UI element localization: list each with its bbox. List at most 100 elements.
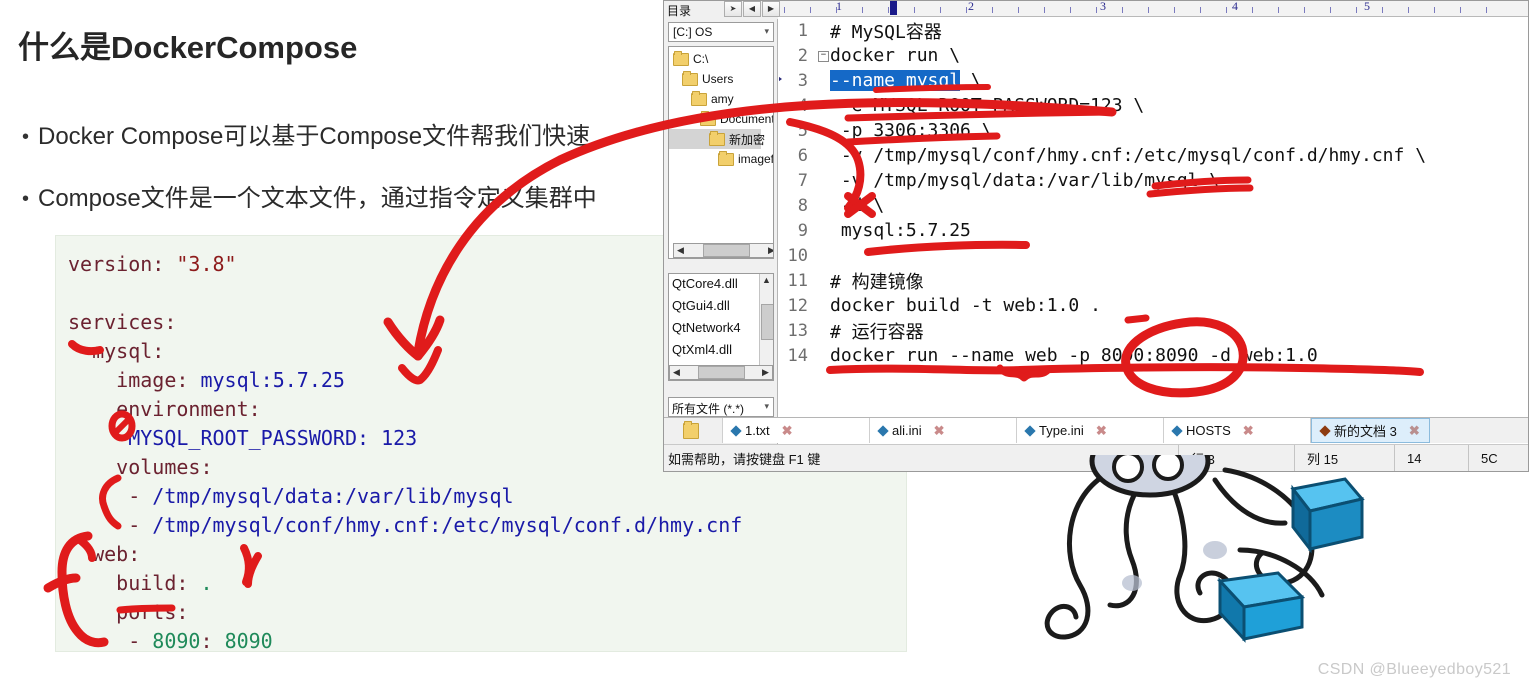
code-line[interactable]: 7 -v /tmp/mysql/data:/var/lib/mysql \: [779, 168, 1528, 193]
file-list-item[interactable]: QtNetwork4: [669, 320, 757, 342]
editor-tab-label: 1.txt: [745, 423, 770, 438]
folder-tree-item[interactable]: Users: [669, 69, 761, 89]
nav-forward-button[interactable]: ▶: [762, 1, 780, 17]
ruler-number: 2: [968, 1, 974, 13]
code-line[interactable]: 11 # 构建镜像: [779, 268, 1528, 293]
editor-tab[interactable]: Type.ini ✖: [1017, 418, 1164, 443]
code-line[interactable]: 9 mysql:5.7.25: [779, 218, 1528, 243]
scroll-left-icon[interactable]: ◀: [670, 367, 683, 378]
code-line-text: docker build -t web:1.0 .: [830, 295, 1101, 316]
file-filter-value: 所有文件 (*.*): [672, 402, 745, 416]
line-number: 3: [797, 70, 808, 91]
file-diamond-icon: [1024, 424, 1036, 437]
ruler-tick: [940, 7, 941, 13]
drive-select[interactable]: [C:] OS ▾: [668, 22, 774, 42]
editor-tab-bar[interactable]: 1.txt ✖ ali.ini ✖ Type.ini ✖ HOSTS ✖ 新的文档 3 ✖: [664, 417, 1528, 443]
close-icon[interactable]: ✖: [934, 423, 945, 439]
ruler-tick: [1174, 7, 1175, 13]
folder-tree-item-label: imagefor: [738, 152, 774, 166]
file-list-item[interactable]: QtGui4.dll: [669, 298, 757, 320]
file-list-item[interactable]: QtCore4.dll: [669, 276, 757, 298]
scroll-up-icon[interactable]: ▲: [760, 274, 773, 287]
scroll-right-icon[interactable]: ▶: [765, 245, 773, 256]
ruler-number: 4: [1232, 1, 1238, 13]
scrollbar-thumb[interactable]: [697, 366, 745, 379]
editor-code-area[interactable]: 1 # MySQL容器 2− docker run \ 3 --name mysql \ 4…: [779, 18, 1528, 423]
nav-collapse-icon[interactable]: ➤: [724, 1, 742, 17]
folder-tree-item-label: C:\: [693, 52, 709, 66]
close-icon[interactable]: ✖: [782, 423, 793, 439]
file-list[interactable]: QtCore4.dll QtGui4.dll QtNetwork4 QtXml4.dl…: [668, 273, 774, 381]
bullet-list: • Docker Compose可以基于Compose文件帮我们快速 • Com…: [22, 120, 662, 244]
code-line[interactable]: 3 --name mysql \: [779, 68, 1528, 93]
folder-icon: [700, 110, 716, 126]
code-line-text: docker run --name web -p 8090:8090 -d we…: [830, 345, 1318, 366]
editor-ruler: 12345: [664, 1, 1528, 17]
nav-back-button[interactable]: ◀: [743, 1, 761, 17]
editor-tab-label: HOSTS: [1186, 423, 1231, 438]
ruler-tick: [1018, 7, 1019, 13]
code-line[interactable]: 5 -p 3306:3306 \: [779, 118, 1528, 143]
ruler-tick: [1096, 7, 1097, 13]
scrollbar-thumb[interactable]: [702, 244, 750, 257]
folder-tree-item[interactable]: imagefor: [669, 149, 773, 169]
bullet-text: Compose文件是一个文本文件，通过指令定义集群中: [38, 185, 597, 212]
editor-tab[interactable]: HOSTS ✖: [1164, 418, 1311, 443]
scroll-left-icon[interactable]: ◀: [674, 245, 687, 256]
ruler-tick: [1122, 7, 1123, 13]
folder-tree-item-label: Document: [720, 112, 774, 126]
line-number: 9: [797, 220, 808, 241]
code-line[interactable]: 4 -e MYSQL_ROOT_PASSWORD=123 \: [779, 93, 1528, 118]
folder-tree-item[interactable]: 新加密: [669, 129, 765, 149]
bullet-text: Docker Compose可以基于Compose文件帮我们快速: [38, 123, 591, 150]
folder-tree-item[interactable]: Document: [669, 109, 773, 129]
close-icon[interactable]: ✖: [1096, 423, 1107, 439]
editor-tab[interactable]: ali.ini ✖: [870, 418, 1017, 443]
file-filter-select[interactable]: 所有文件 (*.*) ▾: [668, 397, 774, 417]
ruler-tick: [810, 7, 811, 13]
folder-tree-item[interactable]: amy: [669, 89, 761, 109]
chevron-down-icon: ▾: [764, 26, 769, 36]
file-list-hscrollbar[interactable]: ◀ ▶: [669, 365, 773, 380]
chevron-down-icon: ▾: [764, 401, 769, 411]
line-number: 11: [787, 270, 808, 291]
file-list-item[interactable]: QtXml4.dll: [669, 342, 757, 364]
ruler-tick: [966, 7, 967, 13]
line-number: 13: [787, 320, 808, 341]
editor-tab[interactable]: 1.txt ✖: [723, 418, 870, 443]
scroll-right-icon[interactable]: ▶: [759, 367, 772, 378]
close-icon[interactable]: ✖: [1243, 423, 1254, 439]
line-number: 2: [797, 45, 808, 66]
line-number: 10: [787, 245, 808, 266]
scrollbar-thumb[interactable]: [761, 304, 773, 340]
code-line[interactable]: 13 # 运行容器: [779, 318, 1528, 343]
ruler-tick: [1434, 7, 1435, 13]
ruler-tick: [1252, 7, 1253, 13]
line-number: 12: [787, 295, 808, 316]
code-line[interactable]: 1 # MySQL容器: [779, 18, 1528, 43]
ruler-tick: [914, 7, 915, 13]
code-line[interactable]: 10: [779, 243, 1528, 268]
close-icon[interactable]: ✖: [1409, 423, 1420, 439]
code-line[interactable]: 14 docker run --name web -p 8090:8090 -d …: [779, 343, 1528, 368]
ruler-number: 5: [1364, 1, 1370, 13]
list-item: • Compose文件是一个文本文件，通过指令定义集群中: [22, 182, 662, 216]
editor-tab-active[interactable]: 新的文档 3 ✖: [1311, 418, 1430, 443]
ruler-tick: [784, 7, 785, 13]
folder-tree-hscrollbar[interactable]: ◀ ▶: [673, 243, 773, 258]
code-line[interactable]: 8 -d \: [779, 193, 1528, 218]
code-line[interactable]: 6 -v /tmp/mysql/conf/hmy.cnf:/etc/mysql/…: [779, 143, 1528, 168]
editor-tab-label: 新的文档 3: [1334, 424, 1397, 439]
code-line-text: -p 3306:3306 \: [830, 120, 993, 141]
folder-tree-item[interactable]: C:\: [669, 49, 761, 69]
code-line[interactable]: 12 docker build -t web:1.0 .: [779, 293, 1528, 318]
folder-tree-item-label: Users: [702, 72, 734, 86]
code-line[interactable]: 2− docker run \: [779, 43, 1528, 68]
file-browser-pane[interactable]: 目录 ➤ ◀ ▶ [C:] OS ▾ C:\ Users amy Document 新加…: [664, 1, 780, 471]
text-editor-window[interactable]: 12345 目录 ➤ ◀ ▶ [C:] OS ▾ C:\ Users amy Docu…: [663, 0, 1529, 472]
folder-icon[interactable]: [664, 418, 723, 443]
ruler-tick: [1304, 7, 1305, 13]
folder-tree[interactable]: C:\ Users amy Document 新加密 imagefor ◀ ▶: [668, 46, 774, 259]
line-number: 1: [797, 20, 808, 41]
fold-toggle-icon[interactable]: −: [817, 49, 830, 62]
